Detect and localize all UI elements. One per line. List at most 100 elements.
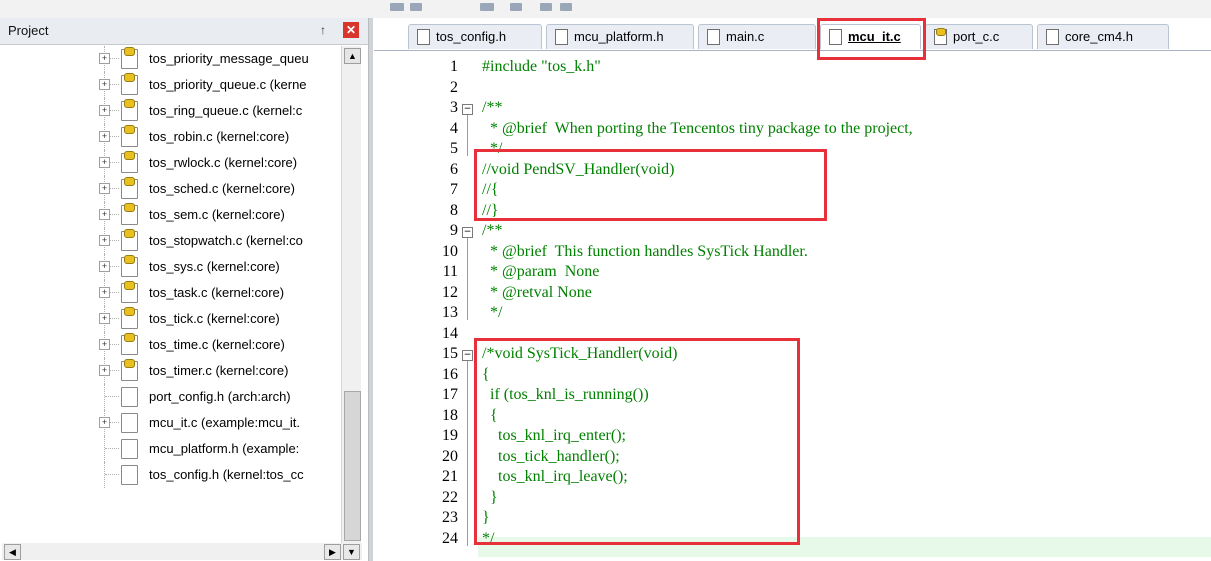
toolbar-icon[interactable] bbox=[540, 3, 552, 11]
vertical-scrollbar[interactable]: ▲ bbox=[341, 46, 361, 543]
toolbar-icon[interactable] bbox=[390, 3, 404, 11]
scroll-right-button[interactable]: ▶ bbox=[324, 544, 341, 560]
code-line[interactable]: #include "tos_k.h" bbox=[482, 58, 601, 76]
tree-item[interactable]: + tos_priority_queue.c (kerne bbox=[0, 72, 340, 98]
line-number: 22 bbox=[442, 488, 458, 506]
tree-item[interactable]: tos_config.h (kernel:tos_cc bbox=[0, 462, 340, 488]
code-line[interactable]: /** bbox=[482, 222, 502, 240]
code-line[interactable]: } bbox=[482, 509, 490, 527]
editor-tab[interactable]: main.c bbox=[698, 24, 816, 49]
tree-item[interactable]: + tos_rwlock.c (kernel:core) bbox=[0, 150, 340, 176]
code-line[interactable]: if (tos_knl_is_running()) bbox=[482, 386, 649, 404]
code-line[interactable]: //} bbox=[482, 202, 499, 220]
scroll-up-button[interactable]: ▲ bbox=[344, 48, 361, 64]
tree-item-label: tos_stopwatch.c (kernel:co bbox=[149, 233, 303, 248]
editor-tab-label: mcu_it.c bbox=[848, 29, 901, 44]
tree-item[interactable]: + tos_time.c (kernel:core) bbox=[0, 332, 340, 358]
code-line[interactable]: /*void SysTick_Handler(void) bbox=[482, 345, 677, 363]
expand-icon[interactable]: + bbox=[99, 287, 110, 298]
tree-item-label: tos_priority_message_queu bbox=[149, 51, 309, 66]
expand-icon[interactable]: + bbox=[99, 417, 110, 428]
tree-item[interactable]: mcu_platform.h (example: bbox=[0, 436, 340, 462]
code-line[interactable]: { bbox=[482, 366, 490, 384]
tree-item[interactable]: + tos_sys.c (kernel:core) bbox=[0, 254, 340, 280]
tree-item-label: tos_time.c (kernel:core) bbox=[149, 337, 285, 352]
line-number: 21 bbox=[442, 468, 458, 485]
tree-item[interactable]: + tos_priority_message_queu bbox=[0, 46, 340, 72]
tree-item[interactable]: + tos_timer.c (kernel:core) bbox=[0, 358, 340, 384]
scrollbar-thumb[interactable] bbox=[344, 391, 361, 541]
tree-item[interactable]: + tos_sem.c (kernel:core) bbox=[0, 202, 340, 228]
code-line[interactable]: */ bbox=[482, 530, 494, 548]
toolbar-icon[interactable] bbox=[480, 3, 494, 11]
scroll-left-button[interactable]: ◀ bbox=[4, 544, 21, 560]
tree-item[interactable]: + mcu_it.c (example:mcu_it. bbox=[0, 410, 340, 436]
code-line[interactable]: //{ bbox=[482, 181, 499, 199]
tree-item[interactable]: + tos_sched.c (kernel:core) bbox=[0, 176, 340, 202]
code-line[interactable]: tos_knl_irq_enter(); bbox=[482, 427, 626, 445]
expand-icon[interactable]: + bbox=[99, 53, 110, 64]
panel-splitter[interactable] bbox=[369, 18, 373, 561]
file-icon bbox=[121, 413, 138, 433]
close-icon[interactable]: ✕ bbox=[343, 22, 359, 38]
file-icon bbox=[417, 29, 430, 45]
expand-icon[interactable]: + bbox=[99, 261, 110, 272]
tree-item[interactable]: + tos_stopwatch.c (kernel:co bbox=[0, 228, 340, 254]
toolbar-icon[interactable] bbox=[510, 3, 522, 11]
code-line[interactable]: } bbox=[482, 489, 498, 507]
code-line[interactable]: */ bbox=[482, 140, 502, 158]
toolbar-icon[interactable] bbox=[410, 3, 422, 11]
current-line-highlight bbox=[478, 537, 1211, 557]
editor-tab[interactable]: mcu_it.c bbox=[820, 24, 921, 49]
code-line[interactable]: tos_tick_handler(); bbox=[482, 448, 620, 466]
editor-tab-label: tos_config.h bbox=[436, 29, 507, 44]
line-number: 3 bbox=[450, 99, 458, 116]
fold-toggle-icon[interactable]: − bbox=[462, 350, 473, 361]
expand-icon[interactable]: + bbox=[99, 209, 110, 220]
expand-icon[interactable]: + bbox=[99, 313, 110, 324]
line-number: 2 bbox=[450, 78, 458, 96]
tree-item[interactable]: + tos_robin.c (kernel:core) bbox=[0, 124, 340, 150]
expand-icon[interactable]: + bbox=[99, 131, 110, 142]
code-line[interactable]: * @brief When porting the Tencentos tiny… bbox=[482, 120, 913, 138]
code-line[interactable]: { bbox=[482, 407, 498, 425]
keyed-file-icon bbox=[121, 47, 138, 69]
fold-toggle-icon[interactable]: − bbox=[462, 104, 473, 115]
code-line[interactable]: * @param None bbox=[482, 263, 599, 281]
editor-tab[interactable]: core_cm4.h bbox=[1037, 24, 1169, 49]
line-number: 19 bbox=[442, 427, 458, 444]
horizontal-scrollbar[interactable]: ◀ ▶ ▼ bbox=[2, 543, 362, 560]
line-number: 18 bbox=[442, 406, 458, 424]
toolbar-icon[interactable] bbox=[560, 3, 572, 11]
line-number: 12 bbox=[442, 283, 458, 301]
code-line[interactable]: * @retval None bbox=[482, 284, 592, 302]
code-line[interactable]: /** bbox=[482, 99, 502, 117]
editor-tab[interactable]: tos_config.h bbox=[408, 24, 542, 49]
tree-item[interactable]: port_config.h (arch:arch) bbox=[0, 384, 340, 410]
line-number: 4 bbox=[450, 119, 458, 137]
editor-tab[interactable]: port_c.c bbox=[925, 24, 1033, 49]
expand-icon[interactable]: + bbox=[99, 183, 110, 194]
editor-tab[interactable]: mcu_platform.h bbox=[546, 24, 694, 49]
pin-icon[interactable]: ↑ bbox=[320, 23, 326, 37]
code-editor[interactable]: tos_config.h mcu_platform.h main.c mcu_it.c… bbox=[374, 18, 1211, 561]
expand-icon[interactable]: + bbox=[99, 339, 110, 350]
expand-icon[interactable]: + bbox=[99, 105, 110, 116]
scroll-down-button[interactable]: ▼ bbox=[343, 544, 360, 560]
code-line[interactable]: * @brief This function handles SysTick H… bbox=[482, 243, 808, 261]
fold-toggle-icon[interactable]: − bbox=[462, 227, 473, 238]
tree-item[interactable]: + tos_task.c (kernel:core) bbox=[0, 280, 340, 306]
line-number: 13 bbox=[442, 304, 458, 321]
expand-icon[interactable]: + bbox=[99, 79, 110, 90]
tree-item[interactable]: + tos_ring_queue.c (kernel:c bbox=[0, 98, 340, 124]
tree-item[interactable]: + tos_tick.c (kernel:core) bbox=[0, 306, 340, 332]
tree-item-label: tos_sem.c (kernel:core) bbox=[149, 207, 285, 222]
code-line[interactable]: */ bbox=[482, 304, 502, 322]
expand-icon[interactable]: + bbox=[99, 235, 110, 246]
tree-item-label: tos_sys.c (kernel:core) bbox=[149, 259, 280, 274]
tree-item-label: tos_ring_queue.c (kernel:c bbox=[149, 103, 303, 118]
expand-icon[interactable]: + bbox=[99, 157, 110, 168]
code-line[interactable]: //void PendSV_Handler(void) bbox=[482, 161, 674, 179]
expand-icon[interactable]: + bbox=[99, 365, 110, 376]
code-line[interactable]: tos_knl_irq_leave(); bbox=[482, 468, 628, 486]
